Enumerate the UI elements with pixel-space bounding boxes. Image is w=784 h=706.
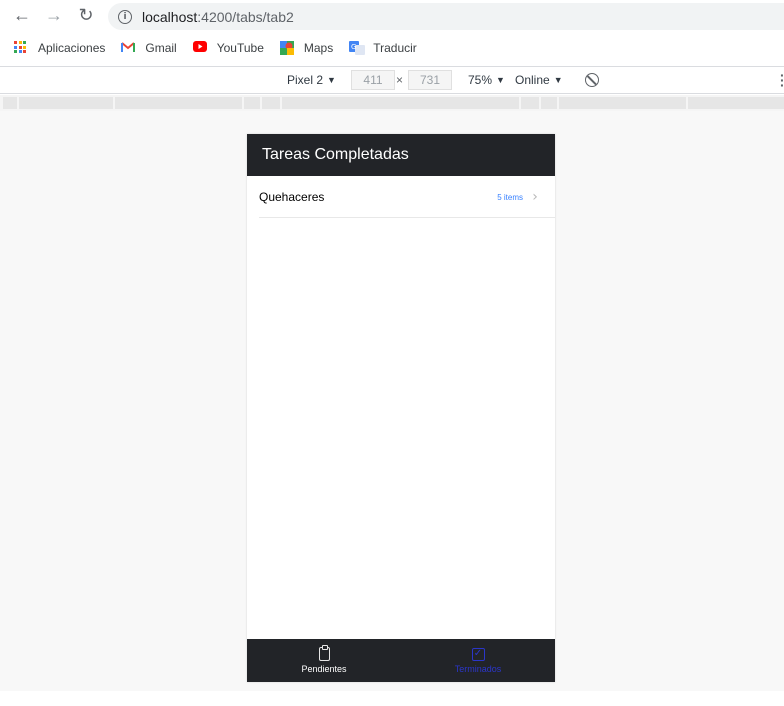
device-name: Pixel 2: [287, 73, 324, 87]
tab-pendientes[interactable]: Pendientes: [247, 639, 401, 682]
arrow-left-icon: ←: [13, 4, 31, 25]
app-header: Tareas Completadas: [247, 134, 555, 176]
youtube-icon: [192, 41, 207, 55]
tab-bar: Pendientes ✓ Terminados: [247, 639, 555, 682]
list-item[interactable]: Quehaceres 5 items ›: [247, 176, 555, 218]
rotate-icon[interactable]: [585, 73, 599, 87]
bookmarks-bar: Aplicaciones Gmail YouTube Maps G Traduc…: [0, 33, 784, 63]
svg-text:G: G: [351, 43, 356, 51]
media-query-ruler: [0, 95, 784, 111]
ruler-segment[interactable]: [282, 97, 519, 109]
bookmark-gmail[interactable]: Gmail: [121, 41, 177, 55]
apps-grid-icon: [14, 41, 28, 55]
more-options-icon[interactable]: ···: [780, 68, 784, 92]
url-path: :4200/tabs/tab2: [197, 8, 294, 25]
url-host: localhost: [142, 8, 198, 25]
translate-icon: G: [349, 41, 366, 55]
arrow-right-icon: →: [45, 4, 63, 25]
address-bar[interactable]: i localhost:4200/tabs/tab2: [108, 3, 784, 30]
maps-icon: [279, 41, 294, 55]
caret-down-icon: ▼: [553, 75, 563, 85]
bookmark-label: Gmail: [145, 41, 177, 55]
clipboard-icon: [318, 645, 330, 661]
caret-down-icon: ▼: [496, 75, 505, 85]
bookmark-label: Maps: [303, 41, 334, 55]
bookmark-apps[interactable]: Aplicaciones: [14, 41, 105, 55]
url-text[interactable]: localhost:4200/tabs/tab2: [142, 9, 294, 25]
caret-down-icon: ▼: [327, 75, 336, 85]
forward-button[interactable]: →: [44, 5, 64, 25]
ruler-segment[interactable]: [3, 97, 17, 109]
bookmark-translate[interactable]: G Traducir: [349, 41, 417, 55]
network-select[interactable]: Online ▼: [515, 73, 563, 87]
ruler-segment[interactable]: [115, 97, 242, 109]
reload-icon: ↻: [78, 4, 94, 25]
device-select[interactable]: Pixel 2 ▼: [287, 73, 336, 87]
item-count-note: 5 items: [497, 192, 523, 202]
ruler-segment[interactable]: [521, 97, 539, 109]
zoom-select[interactable]: 75% ▼: [468, 73, 505, 87]
page-title: Tareas Completadas: [262, 146, 409, 163]
back-button[interactable]: ←: [12, 5, 32, 25]
bookmark-youtube[interactable]: YouTube: [192, 41, 264, 55]
bookmark-label: Traducir: [373, 41, 417, 55]
zoom-value: 75%: [468, 73, 493, 87]
height-input[interactable]: 731: [408, 70, 452, 90]
ruler-segment[interactable]: [244, 97, 260, 109]
bookmark-label: Aplicaciones: [38, 41, 106, 55]
bookmark-label: YouTube: [216, 41, 264, 55]
ruler-segment[interactable]: [262, 97, 280, 109]
ruler-segment[interactable]: [541, 97, 557, 109]
reload-button[interactable]: ↻: [76, 5, 96, 25]
tab-label: Pendientes: [301, 664, 347, 674]
divider: [259, 217, 555, 218]
network-value: Online: [515, 73, 550, 87]
device-toolbar: Pixel 2▼ 411 × 731 75%▼ Online▼ ···: [0, 66, 784, 94]
list-item-label: Quehaceres: [259, 190, 325, 204]
checkbox-icon: ✓: [471, 647, 485, 661]
ruler-segment[interactable]: [688, 97, 784, 109]
ruler-segment[interactable]: [559, 97, 686, 109]
tab-terminados[interactable]: ✓ Terminados: [401, 639, 555, 682]
bookmark-maps[interactable]: Maps: [279, 41, 334, 55]
gmail-icon: [121, 41, 136, 55]
ruler-segment[interactable]: [19, 97, 113, 109]
info-icon[interactable]: i: [118, 9, 132, 24]
tab-label: Terminados: [454, 663, 502, 674]
width-input[interactable]: 411: [351, 70, 395, 90]
app-viewport: Tareas Completadas Quehaceres 5 items › …: [247, 134, 555, 682]
browser-toolbar: ← → ↻ i localhost:4200/tabs/tab2: [0, 0, 784, 30]
dimension-separator: ×: [396, 73, 404, 87]
chevron-right-icon: ›: [532, 189, 538, 205]
